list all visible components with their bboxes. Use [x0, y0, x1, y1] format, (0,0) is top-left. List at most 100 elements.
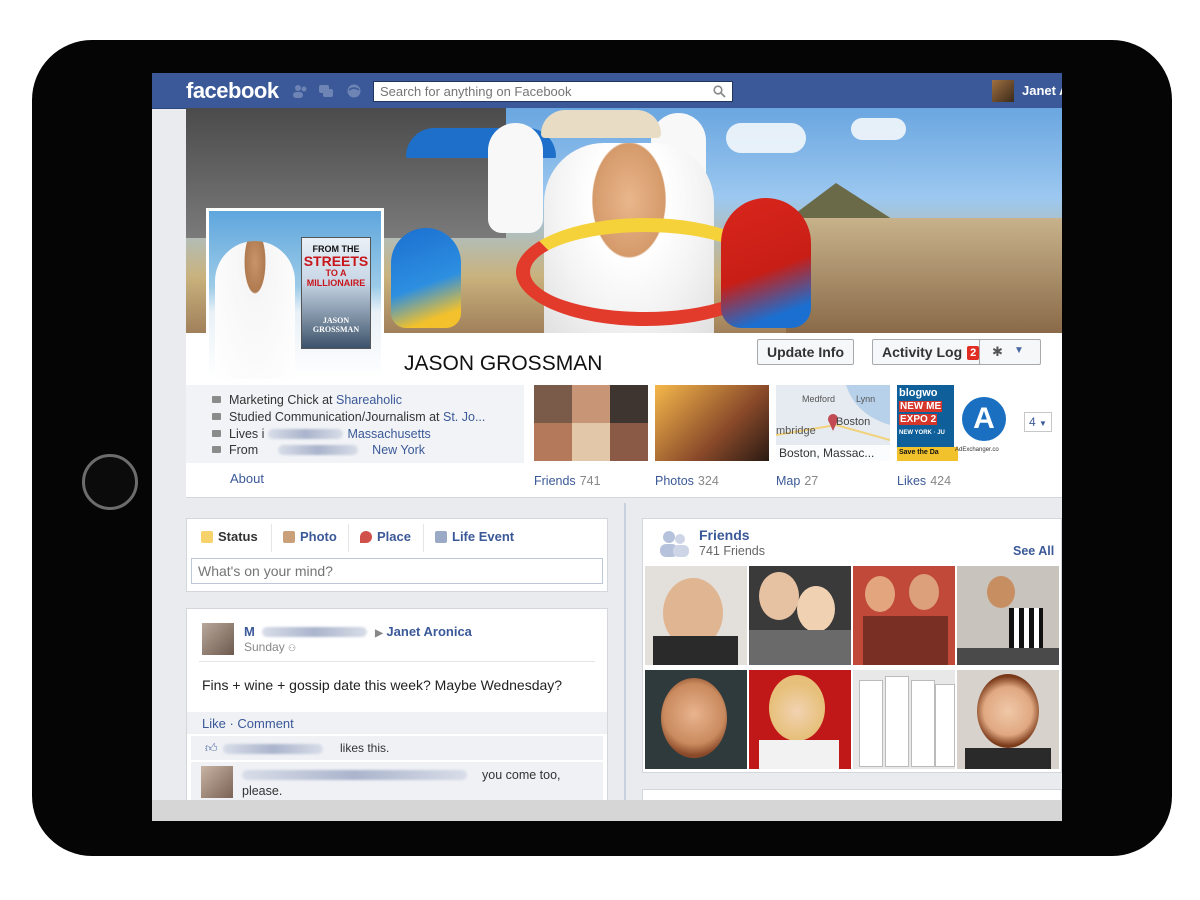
comment-body: you come too, please.	[242, 768, 561, 798]
settings-button[interactable]: ✱ ▼	[979, 339, 1041, 365]
friend-photo[interactable]	[645, 670, 747, 769]
screen-bottom-bar	[152, 800, 1062, 821]
search-box[interactable]	[373, 81, 733, 102]
life-event-icon	[435, 531, 447, 543]
redacted-text	[262, 627, 368, 637]
likes-text: NEW ME	[899, 401, 943, 412]
map-app-tile[interactable]: Medford Lynn mbridge Boston Boston, Mass…	[776, 385, 890, 461]
post-timestamp[interactable]: Sunday ⚇	[244, 640, 296, 654]
tab-photo[interactable]: Photo	[283, 529, 337, 544]
activity-log-button[interactable]: Activity Log 2	[872, 339, 990, 365]
friend-thumb	[572, 385, 610, 423]
friend-photo[interactable]	[749, 670, 851, 769]
app-count: 424	[930, 474, 952, 488]
map-image: Medford Lynn mbridge Boston Boston, Mass…	[776, 385, 890, 461]
comment: you come too, please.	[191, 762, 603, 802]
likes-app-tile[interactable]: blogwo NEW ME EXPO 2 NEW YORK · JU Save …	[897, 385, 1011, 461]
facebook-logo[interactable]: facebook	[186, 78, 279, 104]
chevron-down-icon: ▼	[1039, 419, 1047, 428]
photos-app-tile[interactable]	[655, 385, 769, 461]
tab-status[interactable]: Status	[201, 529, 258, 544]
comment-link[interactable]: Comment	[237, 716, 293, 731]
notifications-icon[interactable]	[346, 84, 362, 98]
work-link[interactable]: Shareaholic	[336, 393, 402, 407]
post-actions: Like · Comment	[187, 712, 607, 734]
wall-post: M ▶ Janet Aronica Sunday ⚇ Fins + wine +…	[186, 608, 608, 821]
arrow-right-icon: ▶	[375, 628, 383, 639]
screen: facebook Janet A	[152, 73, 1062, 821]
friend-photo[interactable]	[749, 566, 851, 665]
book-title: MILLIONAIRE	[306, 278, 366, 288]
tab-label: Place	[377, 529, 411, 544]
map-label: Medford	[802, 394, 835, 404]
tab-label: Photo	[300, 529, 337, 544]
avatar[interactable]	[202, 623, 234, 655]
map-label: Boston	[836, 416, 870, 428]
tab-place[interactable]: Place	[360, 529, 411, 544]
app-label: Likes	[897, 474, 927, 488]
friend-photo[interactable]	[957, 670, 1059, 769]
update-info-button[interactable]: Update Info	[757, 339, 854, 365]
post-author[interactable]: M ▶ Janet Aronica	[244, 624, 472, 639]
tab-label: Life Event	[452, 529, 515, 544]
likes-text: EXPO 2	[899, 414, 938, 425]
about-link[interactable]: About	[230, 471, 264, 486]
from-link[interactable]: New York	[372, 443, 425, 457]
friends-box: Friends 741 Friends See All	[642, 518, 1062, 773]
search-icon[interactable]	[713, 85, 726, 98]
activity-log-badge: 2	[967, 346, 980, 360]
avatar[interactable]	[201, 766, 233, 798]
friend-thumb	[610, 423, 648, 461]
profile-picture[interactable]: FROM THE STREETS TO A MILLIONAIRE JASON …	[206, 208, 384, 382]
app-label: Photos	[655, 474, 694, 488]
status-input[interactable]	[191, 558, 603, 584]
timestamp-text: Sunday	[244, 640, 285, 654]
separator: ·	[225, 716, 238, 731]
info-work: Marketing Chick at Shareaholic	[212, 393, 402, 407]
lives-link[interactable]: Massachusetts	[347, 427, 430, 441]
divider	[199, 661, 595, 662]
redacted-text	[278, 445, 359, 455]
likes-text: Save the Da	[897, 447, 958, 461]
tab-life-event[interactable]: Life Event	[435, 529, 514, 544]
app-count: 27	[804, 474, 819, 488]
likes-text: NEW YORK · JU	[899, 430, 945, 436]
friend-photo[interactable]	[853, 566, 955, 665]
profile-name[interactable]: JASON GROSSMAN	[404, 352, 602, 376]
search-input[interactable]	[374, 82, 706, 101]
recipient-link[interactable]: Janet Aronica	[386, 624, 472, 639]
user-name: Janet A	[1022, 83, 1062, 98]
friend-photo[interactable]	[645, 566, 747, 665]
cover-beach	[786, 218, 1062, 333]
cover-cloud	[726, 123, 806, 153]
friends-title[interactable]: Friends	[699, 527, 750, 543]
friend-requests-icon[interactable]	[292, 84, 308, 98]
home-button[interactable]	[82, 454, 138, 510]
place-icon	[360, 531, 372, 543]
map-label: Lynn	[856, 394, 875, 404]
see-all-link[interactable]: See All	[1013, 544, 1054, 558]
tab-label: Status	[218, 529, 258, 544]
app-label-map[interactable]: Map 27	[776, 474, 818, 488]
like-link[interactable]: Like	[202, 716, 226, 731]
info-text: From	[229, 443, 259, 457]
map-caption: Boston, Massac...	[779, 446, 874, 460]
avatar	[992, 80, 1014, 102]
app-label-photos[interactable]: Photos 324	[655, 474, 719, 488]
thumbs-up-icon: 👍︎	[205, 741, 218, 755]
app-label-friends[interactable]: Friends 741	[534, 474, 601, 488]
book-title: STREETS	[303, 253, 369, 269]
friend-photo[interactable]	[853, 670, 955, 769]
book-author: GROSSMAN	[312, 325, 360, 334]
audience-icon: ⚇	[288, 643, 297, 653]
messages-icon[interactable]	[318, 84, 334, 98]
comment-text: you come too, please.	[242, 767, 602, 799]
friend-photo[interactable]	[957, 566, 1059, 665]
friend-thumb	[534, 385, 572, 423]
school-link[interactable]: St. Jo...	[443, 410, 485, 424]
more-apps-button[interactable]: 4 ▼	[1024, 412, 1052, 432]
app-count: 741	[579, 474, 601, 488]
blogworld-tile: blogwo NEW ME EXPO 2 NEW YORK · JU Save …	[897, 385, 958, 461]
app-label-likes[interactable]: Likes 424	[897, 474, 951, 488]
friends-app-tile[interactable]	[534, 385, 648, 461]
